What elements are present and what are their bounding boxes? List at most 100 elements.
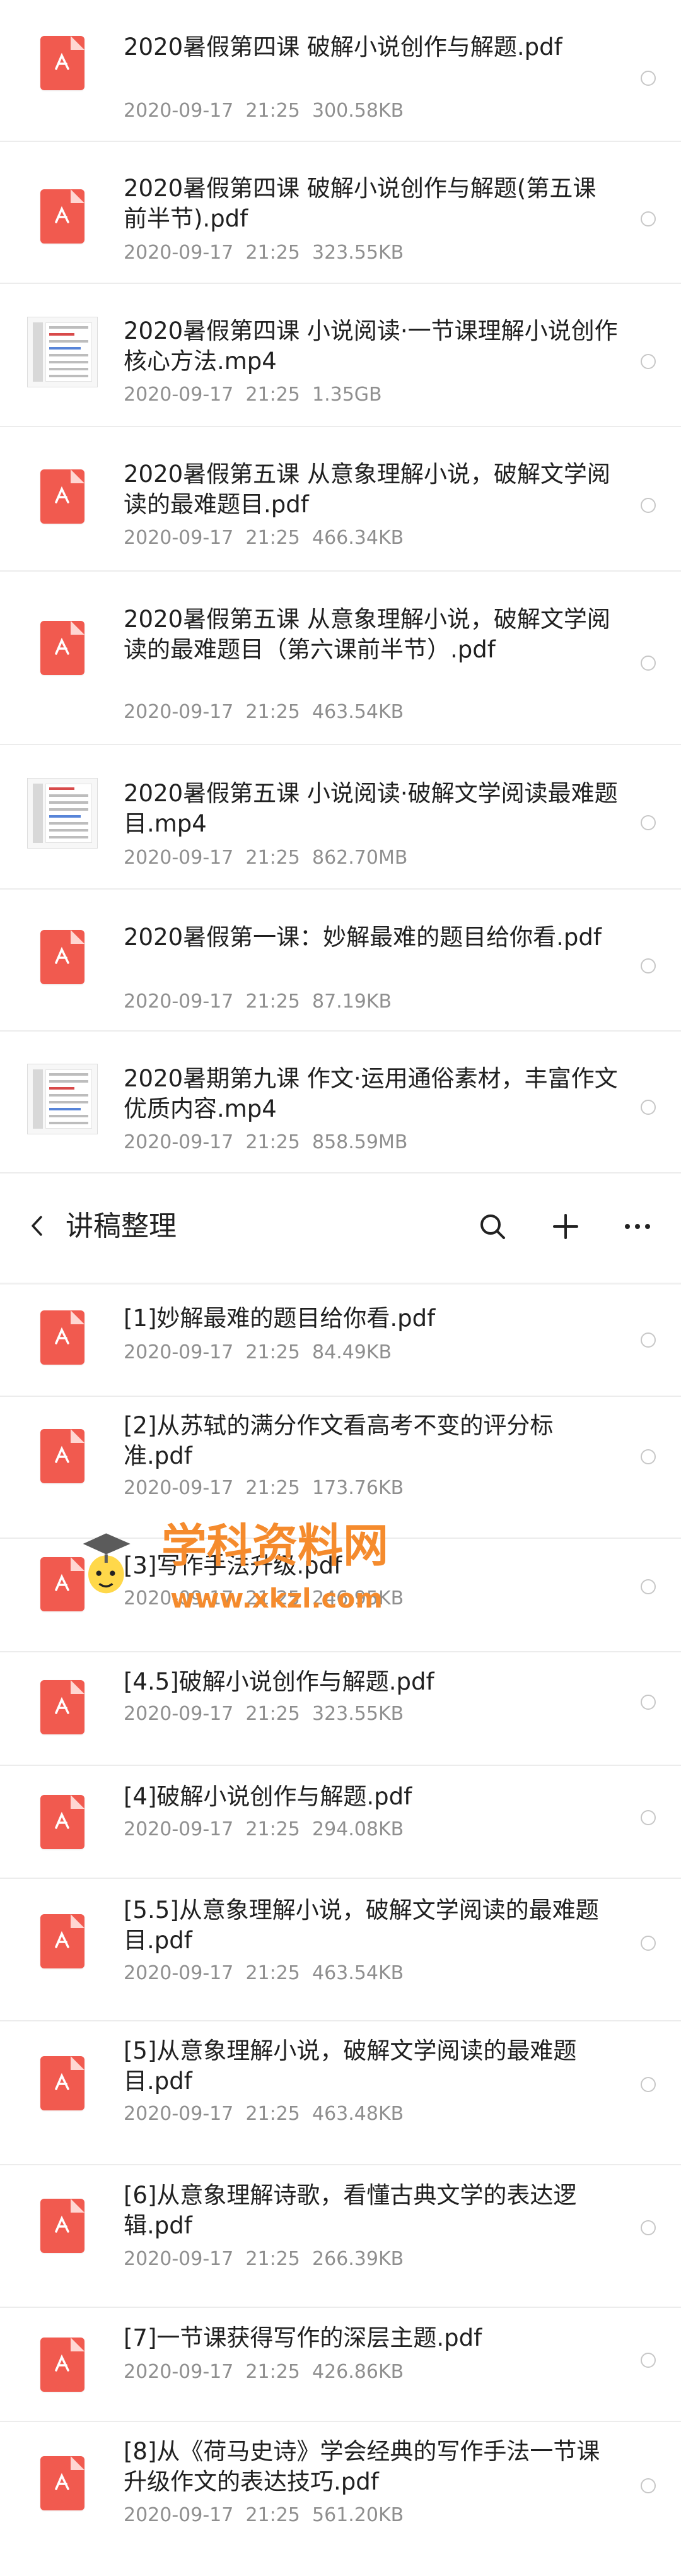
select-radio[interactable] bbox=[641, 1695, 656, 1710]
pdf-file-icon bbox=[40, 1310, 84, 1365]
select-radio[interactable] bbox=[641, 656, 656, 671]
file-thumb bbox=[26, 777, 98, 849]
file-row[interactable]: 2020暑假第五课 从意象理解小说，破解文学阅读的最难题目.pdf 2020-0… bbox=[0, 427, 681, 572]
file-meta: 2020-09-17 21:25 294.08KB bbox=[124, 1818, 404, 1840]
file-thumb bbox=[26, 461, 98, 532]
select-radio[interactable] bbox=[641, 2077, 656, 2092]
pdf-file-icon bbox=[40, 189, 84, 244]
file-thumb bbox=[26, 1671, 98, 1743]
select-radio[interactable] bbox=[641, 815, 656, 830]
file-row[interactable]: [7]一节课获得写作的深层主题.pdf 2020-09-17 21:25 426… bbox=[0, 2308, 681, 2422]
file-name: [7]一节课获得写作的深层主题.pdf bbox=[124, 2324, 482, 2351]
file-name: 2020暑假第五课 从意象理解小说，破解文学阅读的最难题目.pdf bbox=[124, 461, 610, 518]
select-radio[interactable] bbox=[641, 354, 656, 369]
file-thumb bbox=[26, 1786, 98, 1858]
top-file-list: 2020暑假第四课 破解小说创作与解题.pdf 2020-09-17 21:25… bbox=[0, 0, 681, 1173]
plus-icon bbox=[553, 1214, 578, 1239]
pdf-file-icon bbox=[40, 2338, 84, 2392]
file-name: [8]从《荷马史诗》学会经典的写作手法一节课升级作文的表达技巧.pdf bbox=[124, 2438, 600, 2495]
file-row[interactable]: [4.5]破解小说创作与解题.pdf 2020-09-17 21:25 323.… bbox=[0, 1652, 681, 1766]
pdf-file-icon bbox=[40, 1795, 84, 1849]
video-thumbnail bbox=[27, 778, 98, 849]
file-thumb bbox=[26, 180, 98, 252]
file-thumb bbox=[26, 1302, 98, 1373]
select-radio[interactable] bbox=[641, 958, 656, 973]
file-row[interactable]: [2]从苏轼的满分作文看高考不变的评分标准.pdf 2020-09-17 21:… bbox=[0, 1397, 681, 1539]
file-row[interactable]: [8]从《荷马史诗》学会经典的写作手法一节课升级作文的表达技巧.pdf 2020… bbox=[0, 2422, 681, 2567]
select-radio[interactable] bbox=[641, 2220, 656, 2235]
select-radio[interactable] bbox=[641, 1936, 656, 1951]
file-row[interactable]: [6]从意象理解诗歌，看懂古典文学的表达逻辑.pdf 2020-09-17 21… bbox=[0, 2165, 681, 2308]
file-meta: 2020-09-17 21:25 246.95KB bbox=[124, 1587, 404, 1609]
file-meta: 2020-09-17 21:25 173.76KB bbox=[124, 1477, 404, 1499]
video-thumbnail bbox=[27, 317, 98, 387]
file-meta: 2020-09-17 21:25 323.55KB bbox=[124, 1703, 404, 1725]
file-name: [5]从意象理解小说，破解文学阅读的最难题目.pdf bbox=[124, 2037, 577, 2095]
file-meta: 2020-09-17 21:25 862.70MB bbox=[124, 847, 408, 869]
search-icon bbox=[480, 1214, 505, 1239]
file-meta: 2020-09-17 21:25 266.39KB bbox=[124, 2248, 404, 2270]
file-row[interactable]: 2020暑假第四课 破解小说创作与解题(第五课前半节).pdf 2020-09-… bbox=[0, 142, 681, 284]
file-meta: 2020-09-17 21:25 1.35GB bbox=[124, 384, 382, 406]
file-row[interactable]: [4]破解小说创作与解题.pdf 2020-09-17 21:25 294.08… bbox=[0, 1766, 681, 1879]
file-thumb bbox=[26, 2447, 98, 2519]
file-row[interactable]: [1]妙解最难的题目给你看.pdf 2020-09-17 21:25 84.49… bbox=[0, 1285, 681, 1397]
file-row[interactable]: 2020暑期第九课 作文·运用通俗素材，丰富作文优质内容.mp4 2020-09… bbox=[0, 1032, 681, 1173]
file-meta: 2020-09-17 21:25 84.49KB bbox=[124, 1341, 392, 1363]
pdf-file-icon bbox=[40, 930, 84, 984]
select-radio[interactable] bbox=[641, 1449, 656, 1464]
select-radio[interactable] bbox=[641, 2353, 656, 2368]
pdf-file-icon bbox=[40, 36, 84, 90]
add-button[interactable] bbox=[545, 1206, 586, 1247]
file-name: [1]妙解最难的题目给你看.pdf bbox=[124, 1305, 436, 1332]
file-row[interactable]: [3]写作手法升级.pdf 2020-09-17 21:25 246.95KB bbox=[0, 1539, 681, 1652]
file-thumb bbox=[26, 1905, 98, 1977]
select-radio[interactable] bbox=[641, 2478, 656, 2493]
file-name: [2]从苏轼的满分作文看高考不变的评分标准.pdf bbox=[124, 1412, 554, 1469]
file-thumb bbox=[26, 612, 98, 684]
file-row[interactable]: 2020暑假第四课 破解小说创作与解题.pdf 2020-09-17 21:25… bbox=[0, 0, 681, 142]
file-meta: 2020-09-17 21:25 858.59MB bbox=[124, 1131, 408, 1153]
file-thumb bbox=[26, 27, 98, 99]
video-thumbnail bbox=[27, 1064, 98, 1134]
file-row[interactable]: 2020暑假第五课 小说阅读·破解文学阅读最难题目.mp4 2020-09-17… bbox=[0, 745, 681, 890]
file-thumb bbox=[26, 1548, 98, 1620]
more-horizontal-icon bbox=[625, 1224, 650, 1229]
file-row[interactable]: [5.5]从意象理解小说，破解文学阅读的最难题目.pdf 2020-09-17 … bbox=[0, 1879, 681, 2021]
select-radio[interactable] bbox=[641, 498, 656, 513]
select-radio[interactable] bbox=[641, 1100, 656, 1115]
file-meta: 2020-09-17 21:25 323.55KB bbox=[124, 242, 404, 264]
file-thumb bbox=[26, 921, 98, 993]
file-name: [3]写作手法升级.pdf bbox=[124, 1552, 342, 1579]
file-meta: 2020-09-17 21:25 463.54KB bbox=[124, 1962, 404, 1984]
file-row[interactable]: 2020暑假第五课 从意象理解小说，破解文学阅读的最难题目（第六课前半节）.pd… bbox=[0, 572, 681, 745]
back-button[interactable] bbox=[18, 1207, 55, 1245]
select-radio[interactable] bbox=[641, 71, 656, 86]
select-radio[interactable] bbox=[641, 1579, 656, 1594]
file-thumb bbox=[26, 2190, 98, 2262]
file-row[interactable]: [5]从意象理解小说，破解文学阅读的最难题目.pdf 2020-09-17 21… bbox=[0, 2021, 681, 2165]
file-meta: 2020-09-17 21:25 561.20KB bbox=[124, 2504, 404, 2526]
select-radio[interactable] bbox=[641, 1810, 656, 1825]
file-meta: 2020-09-17 21:25 466.34KB bbox=[124, 527, 404, 549]
search-button[interactable] bbox=[472, 1206, 513, 1247]
pdf-file-icon bbox=[40, 2056, 84, 2110]
folder-header: 讲稿整理 bbox=[0, 1173, 681, 1285]
file-meta: 2020-09-17 21:25 87.19KB bbox=[124, 991, 392, 1013]
pdf-file-icon bbox=[40, 621, 84, 675]
file-name: 2020暑假第五课 从意象理解小说，破解文学阅读的最难题目（第六课前半节）.pd… bbox=[124, 606, 610, 663]
file-name: [5.5]从意象理解小说，破解文学阅读的最难题目.pdf bbox=[124, 1897, 599, 1954]
file-name: 2020暑假第一课：妙解最难的题目给你看.pdf bbox=[124, 924, 602, 951]
file-row[interactable]: 2020暑假第一课：妙解最难的题目给你看.pdf 2020-09-17 21:2… bbox=[0, 890, 681, 1032]
chevron-left-icon bbox=[32, 1216, 42, 1236]
file-thumb bbox=[26, 2329, 98, 2401]
file-row[interactable]: 2020暑假第四课 小说阅读·一节课理解小说创作核心方法.mp4 2020-09… bbox=[0, 284, 681, 427]
select-radio[interactable] bbox=[641, 211, 656, 226]
pdf-file-icon bbox=[40, 1557, 84, 1611]
select-radio[interactable] bbox=[641, 1332, 656, 1348]
folder-file-list: [1]妙解最难的题目给你看.pdf 2020-09-17 21:25 84.49… bbox=[0, 1285, 681, 2567]
file-thumb bbox=[26, 1063, 98, 1135]
file-meta: 2020-09-17 21:25 463.48KB bbox=[124, 2103, 404, 2125]
file-name: [6]从意象理解诗歌，看懂古典文学的表达逻辑.pdf bbox=[124, 2182, 577, 2239]
more-button[interactable] bbox=[617, 1206, 658, 1247]
